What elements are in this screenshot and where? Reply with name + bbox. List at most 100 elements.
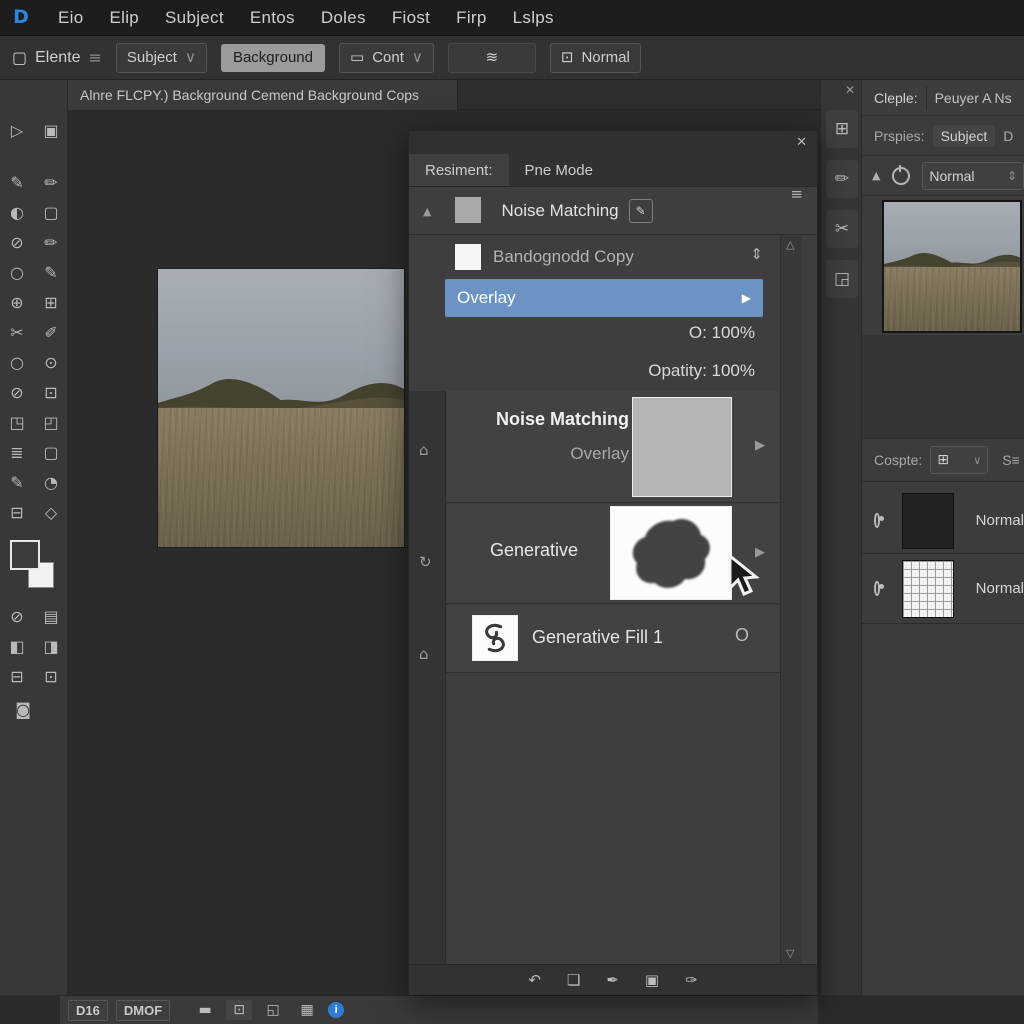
tool-icon[interactable]: ○	[2, 348, 32, 378]
menu-item-7[interactable]: Firp	[456, 8, 486, 28]
image-icon[interactable]: ▣	[645, 973, 659, 988]
gutter-home-icon[interactable]: ⌂	[419, 647, 429, 662]
layer-row-generative[interactable]: Generative ▶	[446, 504, 779, 604]
color-swatches[interactable]	[10, 540, 58, 592]
tab-resiment[interactable]: Resiment:	[409, 154, 509, 186]
foreground-color-swatch[interactable]	[10, 540, 40, 570]
status-frame-icon[interactable]: ⊡	[226, 1000, 252, 1020]
layer-thumbnail[interactable]	[902, 560, 954, 618]
tool-icon[interactable]: ◐	[2, 198, 32, 228]
arrow-right-icon[interactable]: ▶	[755, 546, 765, 559]
power-icon[interactable]	[892, 167, 910, 185]
layer-thumbnail[interactable]	[902, 493, 954, 549]
edit-pencil-icon[interactable]: ✎	[629, 199, 653, 223]
layer-mask-thumbnail[interactable]	[610, 506, 732, 600]
wifi-button[interactable]: ≋	[448, 43, 536, 73]
background-copy-row[interactable]: Bandognodd Copy ⇕	[409, 235, 779, 279]
tool-icon[interactable]: ⊘	[2, 378, 32, 408]
tool-icon[interactable]: ⊘	[2, 228, 32, 258]
menu-item-8[interactable]: Lslps	[513, 8, 554, 28]
tool-icon[interactable]: ⊡	[36, 378, 66, 408]
artboard-tool-icon[interactable]: ▣	[36, 116, 66, 146]
right-tab-cleple[interactable]: Cleple:	[862, 90, 918, 106]
tool-icon[interactable]: ○	[2, 258, 32, 288]
tool-icon[interactable]: ⊙	[36, 348, 66, 378]
status-doc-size[interactable]: D16	[68, 1000, 108, 1021]
background-button[interactable]: Background	[221, 44, 325, 72]
gutter-sync-icon[interactable]: ↻	[419, 555, 432, 570]
menu-item-4[interactable]: Entos	[250, 8, 295, 28]
layer-row-noise-matching[interactable]: Noise Matching Overlay ▶	[446, 391, 779, 503]
status-doc-info[interactable]: DMOF	[116, 1000, 170, 1021]
tool-icon[interactable]: ⊕	[2, 288, 32, 318]
scroll-up-icon[interactable]: △	[786, 239, 794, 250]
tool-icon[interactable]: ≣	[2, 438, 32, 468]
tool-icon[interactable]: ✂	[2, 318, 32, 348]
collapse-up-icon[interactable]: ▲	[423, 206, 431, 217]
scroll-down-icon[interactable]: ▽	[786, 948, 794, 959]
layer-preview-image[interactable]	[882, 200, 1022, 333]
dock-crop-icon[interactable]: ◲	[826, 260, 858, 298]
tool-icon[interactable]: ✎	[2, 168, 32, 198]
move-tool-icon[interactable]: ▷	[2, 116, 32, 146]
right-tab-layer[interactable]: Peuyer A Ns	[935, 90, 1012, 106]
menu-item-6[interactable]: Fiost	[392, 8, 430, 28]
visibility-eye-icon[interactable]	[874, 581, 880, 596]
menu-item-1[interactable]: Eio	[58, 8, 83, 28]
tool-icon[interactable]: ✏	[36, 228, 66, 258]
cont-dropdown[interactable]: ▭ Cont ∨	[339, 43, 434, 73]
menu-item-2[interactable]: Elip	[109, 8, 139, 28]
close-icon[interactable]: ✕	[796, 136, 807, 149]
tool-icon[interactable]: ◧	[2, 632, 32, 662]
right-blend-dropdown[interactable]: Normal ⇕	[922, 162, 1024, 190]
tool-icon[interactable]: ⊟	[2, 662, 32, 692]
status-folder-icon[interactable]: ▬	[192, 1000, 218, 1020]
edit-toolbar-icon[interactable]: ◙	[8, 695, 38, 725]
tool-icon[interactable]: ◳	[2, 408, 32, 438]
menu-item-3[interactable]: Subject	[165, 8, 224, 28]
tool-icon[interactable]: ✏	[36, 168, 66, 198]
layer-row-generative-fill[interactable]: Generative Fill 1 O	[446, 605, 779, 673]
collapse-up-icon[interactable]: ▲	[862, 170, 880, 181]
tool-icon[interactable]: ◨	[36, 632, 66, 662]
properties-more[interactable]: D	[1003, 128, 1013, 144]
floating-panel[interactable]: ✕ Resiment: Pne Mode ≡ ▲ Noise Matching …	[408, 130, 818, 995]
floating-panel-titlebar[interactable]: ✕	[409, 131, 817, 155]
swap-icon[interactable]: ⇕	[750, 247, 763, 262]
white-swatch[interactable]	[455, 244, 481, 270]
duplicate-icon[interactable]: ❏	[567, 973, 580, 988]
properties-subject-chip[interactable]: Subject	[933, 125, 996, 147]
tool-icon[interactable]: ⊟	[2, 498, 32, 528]
tool-icon[interactable]: ⊞	[36, 288, 66, 318]
tool-icon[interactable]: ◔	[36, 468, 66, 498]
status-lock-icon[interactable]: ◱	[260, 1000, 286, 1020]
tool-icon[interactable]: ✐	[36, 318, 66, 348]
tool-icon[interactable]: ▢	[36, 198, 66, 228]
o-value[interactable]: O: 100%	[689, 323, 755, 343]
gray-swatch[interactable]	[455, 197, 481, 223]
layer-thumbnail-gray[interactable]	[632, 397, 732, 497]
panel-scrollbar[interactable]: △ ▽	[780, 235, 802, 963]
tool-icon[interactable]: ✎	[36, 258, 66, 288]
blend-mode-dropdown[interactable]: ⊡ Normal	[550, 43, 641, 73]
right-layer-row-2[interactable]: Normal	[862, 554, 1024, 624]
visibility-eye-icon[interactable]	[874, 513, 880, 528]
canvas-image[interactable]	[157, 268, 405, 548]
tool-icon[interactable]: ⊡	[36, 662, 66, 692]
tab-pne-mode[interactable]: Pne Mode	[509, 154, 609, 186]
tool-icon[interactable]: ✎	[2, 468, 32, 498]
dock-export-icon[interactable]: ⊞	[826, 110, 858, 148]
arrow-right-icon[interactable]: ▶	[755, 439, 765, 452]
tool-icon[interactable]: ▢	[36, 438, 66, 468]
overlay-selected-row[interactable]: Overlay ▶	[445, 279, 763, 317]
tool-icon[interactable]: ◰	[36, 408, 66, 438]
document-tab[interactable]: Alnre FLCPY.) Background Cemend Backgrou…	[68, 80, 458, 110]
tool-icon[interactable]: ⊘	[2, 602, 32, 632]
right-layer-row-1[interactable]: Normal	[862, 488, 1024, 554]
undo-icon[interactable]: ↶	[528, 973, 541, 988]
composite-more[interactable]: S≡	[1002, 452, 1020, 468]
tool-icon[interactable]: ◇	[36, 498, 66, 528]
info-icon[interactable]: i	[328, 1002, 344, 1018]
preset-dropdown[interactable]: Subject ∨	[116, 43, 207, 73]
tool-preset[interactable]: ▢ Elente ≡	[12, 49, 102, 67]
